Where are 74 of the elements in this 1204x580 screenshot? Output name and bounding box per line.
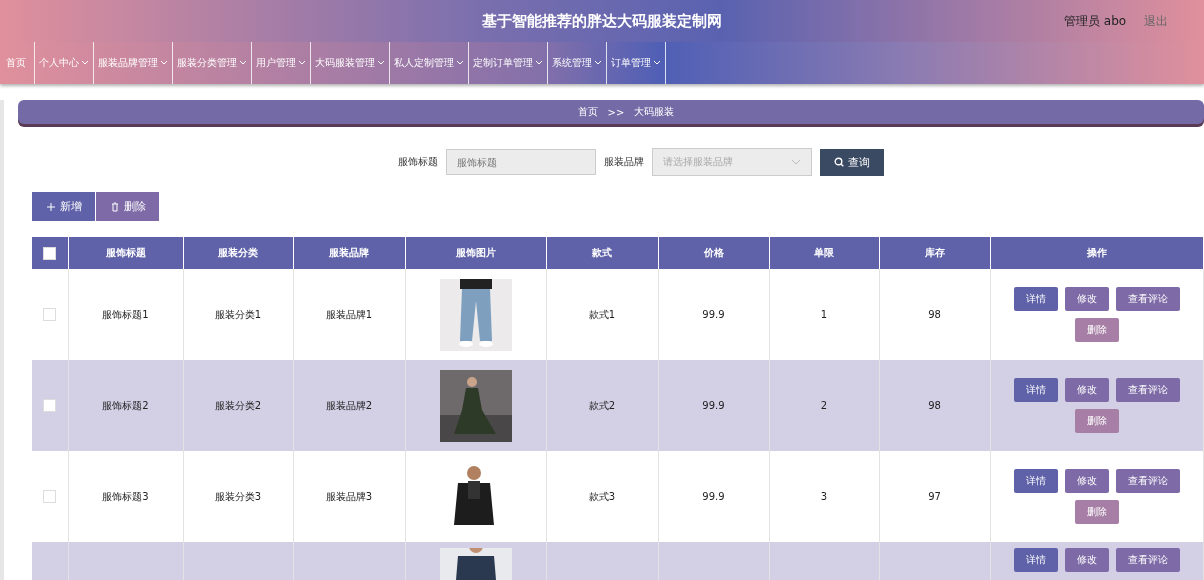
field-label: 服装品牌 bbox=[604, 155, 644, 169]
table-cell: 服饰标题1 bbox=[102, 308, 149, 320]
comments-button[interactable]: 查看评论 bbox=[1115, 548, 1180, 572]
table-cell: 3 bbox=[820, 491, 828, 502]
table-cell: 服装分类1 bbox=[214, 308, 262, 320]
chevron-icon bbox=[791, 159, 801, 165]
nav-item[interactable]: 服装分类管理 bbox=[173, 42, 252, 84]
edit-button[interactable]: 修改 bbox=[1064, 469, 1109, 493]
table-cell: 服装分类2 bbox=[214, 399, 262, 411]
field-label: 服饰标题 bbox=[398, 155, 438, 169]
nav-item[interactable]: 个人中心 bbox=[35, 42, 94, 84]
delete-button[interactable]: 删除 bbox=[1074, 500, 1119, 524]
plus-icon bbox=[45, 201, 56, 212]
comments-button[interactable]: 查看评论 bbox=[1115, 287, 1180, 311]
table-cell: 2 bbox=[820, 400, 828, 411]
detail-button[interactable]: 详情 bbox=[1013, 469, 1058, 493]
delete-button[interactable]: 删除 bbox=[96, 192, 159, 221]
trash-icon bbox=[109, 201, 120, 212]
detail-button[interactable]: 详情 bbox=[1013, 378, 1058, 402]
user-name: 管理员 abo bbox=[1064, 12, 1127, 30]
search-icon bbox=[834, 157, 844, 167]
column-header: 服饰图片 bbox=[405, 237, 546, 269]
detail-button[interactable]: 详情 bbox=[1013, 287, 1058, 311]
column-header: 操作 bbox=[990, 237, 1204, 269]
table-cell: 服饰标题3 bbox=[102, 490, 149, 502]
breadcrumb-item: 大码服装 bbox=[634, 105, 675, 119]
table-cell: 服装分类3 bbox=[214, 490, 262, 502]
nav-item[interactable]: 订单管理 bbox=[607, 42, 666, 84]
nav-item[interactable]: 大码服装管理 bbox=[311, 42, 390, 84]
table-cell: 98 bbox=[928, 400, 941, 411]
breadcrumb-item[interactable]: 首页 bbox=[577, 105, 598, 119]
comments-button[interactable]: 查看评论 bbox=[1115, 378, 1180, 402]
table-cell: 服装品牌1 bbox=[325, 308, 373, 320]
search-button[interactable]: 查询 bbox=[820, 148, 884, 176]
nav-item[interactable]: 首页 bbox=[0, 42, 35, 84]
table-cell: 99.9 bbox=[702, 309, 725, 320]
delete-button[interactable]: 删除 bbox=[1074, 318, 1119, 342]
column-header: 单限 bbox=[769, 237, 879, 269]
edit-button[interactable]: 修改 bbox=[1064, 548, 1109, 572]
table-cell: 1 bbox=[820, 309, 828, 320]
detail-button[interactable]: 详情 bbox=[1013, 548, 1058, 572]
breadcrumb-separator: >> bbox=[607, 106, 625, 118]
table-cell: 款式2 bbox=[588, 399, 616, 411]
nav-item[interactable]: 系统管理 bbox=[548, 42, 607, 84]
edit-button[interactable]: 修改 bbox=[1064, 378, 1109, 402]
nav-item[interactable]: 服装品牌管理 bbox=[94, 42, 173, 84]
add-button[interactable]: 新增 bbox=[32, 192, 95, 221]
table-cell: 服装品牌3 bbox=[325, 490, 373, 502]
table-cell: 服饰标题2 bbox=[102, 399, 149, 411]
delete-button[interactable]: 删除 bbox=[1074, 409, 1119, 433]
table-cell: 97 bbox=[928, 491, 941, 502]
column-header: 库存 bbox=[879, 237, 990, 269]
table-cell: 款式1 bbox=[588, 308, 616, 320]
checkbox[interactable] bbox=[43, 490, 57, 503]
comments-button[interactable]: 查看评论 bbox=[1115, 469, 1180, 493]
table-cell: 款式3 bbox=[588, 490, 616, 502]
table-cell: 服装品牌2 bbox=[325, 399, 373, 411]
edit-button[interactable]: 修改 bbox=[1064, 287, 1109, 311]
column-header: 服装品牌 bbox=[293, 237, 405, 269]
nav-item[interactable]: 私人定制管理 bbox=[390, 42, 469, 84]
title-field[interactable]: 服饰标题 bbox=[446, 149, 596, 175]
column-header: 价格 bbox=[658, 237, 769, 269]
table-cell: 99.9 bbox=[702, 491, 725, 502]
checkbox[interactable] bbox=[43, 308, 57, 321]
column-header: 服饰标题 bbox=[68, 237, 183, 269]
column-header: 服装分类 bbox=[183, 237, 293, 269]
nav-item[interactable]: 定制订单管理 bbox=[469, 42, 548, 84]
checkbox[interactable] bbox=[43, 399, 57, 412]
site-title: 基于智能推荐的胖达大码服装定制网 bbox=[481, 11, 723, 31]
table-cell: 98 bbox=[928, 309, 941, 320]
column-header: 款式 bbox=[546, 237, 658, 269]
nav-item[interactable]: 用户管理 bbox=[252, 42, 311, 84]
table-cell: 99.9 bbox=[702, 400, 725, 411]
checkbox[interactable] bbox=[43, 246, 57, 260]
